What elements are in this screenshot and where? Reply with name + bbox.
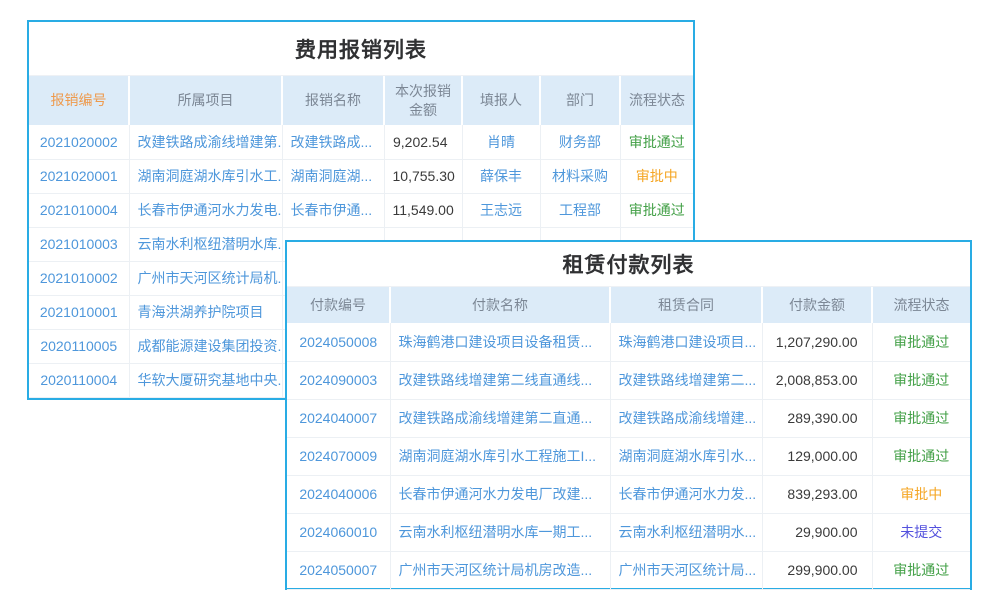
department-cell: 财务部: [540, 125, 620, 159]
payment-name-link[interactable]: 改建铁路线增建第二线直通线...: [390, 361, 610, 399]
payment-id-link[interactable]: 2024040007: [287, 399, 390, 437]
contract-link[interactable]: 云南水利枢纽潜明水...: [610, 513, 762, 551]
payment-status-badge: 审批通过: [872, 399, 970, 437]
reimburse-id-link[interactable]: 2021010004: [29, 193, 129, 227]
reimburse-id-link[interactable]: 2021010002: [29, 261, 129, 295]
column-header-project[interactable]: 所属项目: [129, 76, 282, 125]
payment-status-badge: 审批通过: [872, 551, 970, 589]
reimburse-id-link[interactable]: 2021020002: [29, 125, 129, 159]
payment-table-row[interactable]: 2024050008 珠海鹤港口建设项目设备租赁... 珠海鹤港口建设项目...…: [287, 323, 970, 361]
column-header-reporter[interactable]: 填报人: [462, 76, 540, 125]
payment-header-row: 付款编号 付款名称 租赁合同 付款金额 流程状态: [287, 287, 970, 323]
contract-link[interactable]: 改建铁路线增建第二...: [610, 361, 762, 399]
payment-amount-cell: 29,900.00: [762, 513, 872, 551]
payment-table-row[interactable]: 2024040007 改建铁路成渝线增建第二直通... 改建铁路成渝线增建...…: [287, 399, 970, 437]
reimburse-id-link[interactable]: 2021010003: [29, 227, 129, 261]
payment-status-badge: 未提交: [872, 513, 970, 551]
payment-id-link[interactable]: 2024050008: [287, 323, 390, 361]
payment-amount-cell: 299,900.00: [762, 551, 872, 589]
column-header-payment-id[interactable]: 付款编号: [287, 287, 390, 323]
payment-list-title: 租赁付款列表: [287, 242, 970, 287]
column-header-payment-amount[interactable]: 付款金额: [762, 287, 872, 323]
payment-status-badge: 审批通过: [872, 361, 970, 399]
reimburse-id-link[interactable]: 2020110005: [29, 329, 129, 363]
column-header-amount[interactable]: 本次报销金额: [384, 76, 462, 125]
payment-table-row[interactable]: 2024050007 广州市天河区统计局机房改造... 广州市天河区统计局...…: [287, 551, 970, 589]
expense-list-title: 费用报销列表: [29, 22, 693, 76]
column-header-payment-status[interactable]: 流程状态: [872, 287, 970, 323]
department-cell: 材料采购: [540, 159, 620, 193]
column-header-expense-name[interactable]: 报销名称: [282, 76, 384, 125]
expense-status-badge: 审批中: [620, 159, 693, 193]
payment-status-badge: 审批通过: [872, 323, 970, 361]
payment-table-row[interactable]: 2024040006 长春市伊通河水力发电厂改建... 长春市伊通河水力发...…: [287, 475, 970, 513]
expense-name-link[interactable]: 改建铁路成...: [282, 125, 384, 159]
project-name-link[interactable]: 改建铁路成渝线增建第...: [129, 125, 282, 159]
column-header-department[interactable]: 部门: [540, 76, 620, 125]
payment-id-link[interactable]: 2024070009: [287, 437, 390, 475]
expense-name-link[interactable]: 长春市伊通...: [282, 193, 384, 227]
expense-header-row: 报销编号 所属项目 报销名称 本次报销金额 填报人 部门 流程状态: [29, 76, 693, 125]
payment-amount-cell: 839,293.00: [762, 475, 872, 513]
expense-status-badge: 审批通过: [620, 193, 693, 227]
reporter-link[interactable]: 薛保丰: [462, 159, 540, 193]
expense-amount-cell: 10,755.30: [384, 159, 462, 193]
project-name-link[interactable]: 云南水利枢纽潜明水库...: [129, 227, 282, 261]
reimburse-id-link[interactable]: 2021010001: [29, 295, 129, 329]
payment-amount-cell: 2,008,853.00: [762, 361, 872, 399]
project-name-link[interactable]: 青海洪湖养护院项目: [129, 295, 282, 329]
payment-table: 付款编号 付款名称 租赁合同 付款金额 流程状态 2024050008 珠海鹤港…: [287, 287, 970, 590]
payment-id-link[interactable]: 2024060010: [287, 513, 390, 551]
column-header-contract[interactable]: 租赁合同: [610, 287, 762, 323]
project-name-link[interactable]: 长春市伊通河水力发电...: [129, 193, 282, 227]
expense-amount-cell: 11,549.00: [384, 193, 462, 227]
project-name-link[interactable]: 湖南洞庭湖水库引水工...: [129, 159, 282, 193]
payment-name-link[interactable]: 云南水利枢纽潜明水库一期工...: [390, 513, 610, 551]
contract-link[interactable]: 湖南洞庭湖水库引水...: [610, 437, 762, 475]
expense-name-link[interactable]: 湖南洞庭湖...: [282, 159, 384, 193]
payment-name-link[interactable]: 湖南洞庭湖水库引水工程施工I...: [390, 437, 610, 475]
project-name-link[interactable]: 广州市天河区统计局机...: [129, 261, 282, 295]
expense-amount-cell: 9,202.54: [384, 125, 462, 159]
reporter-link[interactable]: 王志远: [462, 193, 540, 227]
column-header-status[interactable]: 流程状态: [620, 76, 693, 125]
contract-link[interactable]: 珠海鹤港口建设项目...: [610, 323, 762, 361]
expense-table-row[interactable]: 2021020002 改建铁路成渝线增建第... 改建铁路成... 9,202.…: [29, 125, 693, 159]
payment-name-link[interactable]: 广州市天河区统计局机房改造...: [390, 551, 610, 589]
department-cell: 工程部: [540, 193, 620, 227]
project-name-link[interactable]: 成都能源建设集团投资...: [129, 329, 282, 363]
payment-table-row[interactable]: 2024090003 改建铁路线增建第二线直通线... 改建铁路线增建第二...…: [287, 361, 970, 399]
payment-amount-cell: 129,000.00: [762, 437, 872, 475]
expense-table-row[interactable]: 2021010004 长春市伊通河水力发电... 长春市伊通... 11,549…: [29, 193, 693, 227]
column-header-payment-name[interactable]: 付款名称: [390, 287, 610, 323]
reimburse-id-link[interactable]: 2020110004: [29, 363, 129, 397]
contract-link[interactable]: 改建铁路成渝线增建...: [610, 399, 762, 437]
payment-name-link[interactable]: 长春市伊通河水力发电厂改建...: [390, 475, 610, 513]
contract-link[interactable]: 长春市伊通河水力发...: [610, 475, 762, 513]
payment-status-badge: 审批中: [872, 475, 970, 513]
payment-table-row[interactable]: 2024070009 湖南洞庭湖水库引水工程施工I... 湖南洞庭湖水库引水..…: [287, 437, 970, 475]
reimburse-id-link[interactable]: 2021020001: [29, 159, 129, 193]
contract-link[interactable]: 广州市天河区统计局...: [610, 551, 762, 589]
payment-id-link[interactable]: 2024050007: [287, 551, 390, 589]
payment-name-link[interactable]: 改建铁路成渝线增建第二直通...: [390, 399, 610, 437]
payment-id-link[interactable]: 2024090003: [287, 361, 390, 399]
payment-id-link[interactable]: 2024040006: [287, 475, 390, 513]
project-name-link[interactable]: 华软大厦研究基地中央...: [129, 363, 282, 397]
payment-status-badge: 审批通过: [872, 437, 970, 475]
expense-table-row[interactable]: 2021020001 湖南洞庭湖水库引水工... 湖南洞庭湖... 10,755…: [29, 159, 693, 193]
payment-amount-cell: 289,390.00: [762, 399, 872, 437]
payment-name-link[interactable]: 珠海鹤港口建设项目设备租赁...: [390, 323, 610, 361]
reporter-link[interactable]: 肖晴: [462, 125, 540, 159]
payment-table-row[interactable]: 2024060010 云南水利枢纽潜明水库一期工... 云南水利枢纽潜明水...…: [287, 513, 970, 551]
column-header-reimburse-id[interactable]: 报销编号: [29, 76, 129, 125]
payment-amount-cell: 1,207,290.00: [762, 323, 872, 361]
lease-payment-panel: 租赁付款列表 付款编号 付款名称 租赁合同 付款金额 流程状态 20240500…: [285, 240, 972, 590]
expense-status-badge: 审批通过: [620, 125, 693, 159]
